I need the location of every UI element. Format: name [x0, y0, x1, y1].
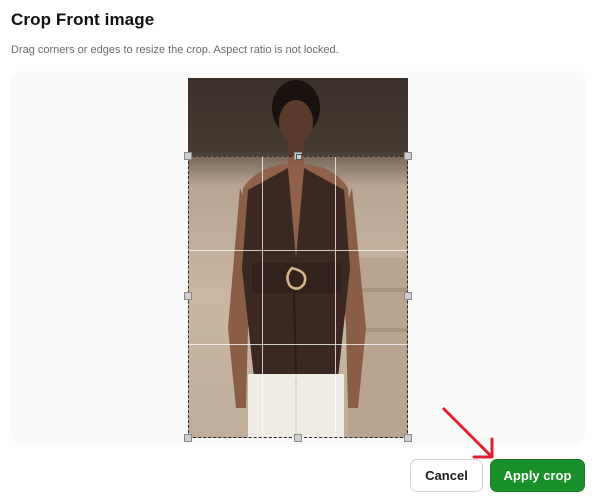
crop-handle-left[interactable]	[184, 292, 192, 300]
dialog-title: Crop Front image	[11, 10, 155, 29]
crop-box[interactable]	[184, 152, 412, 442]
crop-handle-bottom-right[interactable]	[404, 434, 412, 442]
grid-line	[335, 157, 336, 437]
grid-line	[189, 344, 407, 345]
crop-dialog: Crop Front image Drag corners or edges t…	[0, 0, 598, 501]
dialog-subtitle: Drag corners or edges to resize the crop…	[11, 44, 339, 56]
grid-line	[262, 157, 263, 437]
grid-line	[189, 250, 407, 251]
crop-handle-top-right[interactable]	[404, 152, 412, 160]
crop-handle-top[interactable]	[294, 152, 302, 160]
red-arrow-icon	[442, 407, 494, 459]
crop-handle-top-left[interactable]	[184, 152, 192, 160]
crop-handle-right[interactable]	[404, 292, 412, 300]
crop-handle-bottom-left[interactable]	[184, 434, 192, 442]
crop-outside-shade	[188, 78, 408, 156]
apply-crop-button[interactable]: Apply crop	[490, 459, 585, 492]
crop-handle-bottom[interactable]	[294, 434, 302, 442]
